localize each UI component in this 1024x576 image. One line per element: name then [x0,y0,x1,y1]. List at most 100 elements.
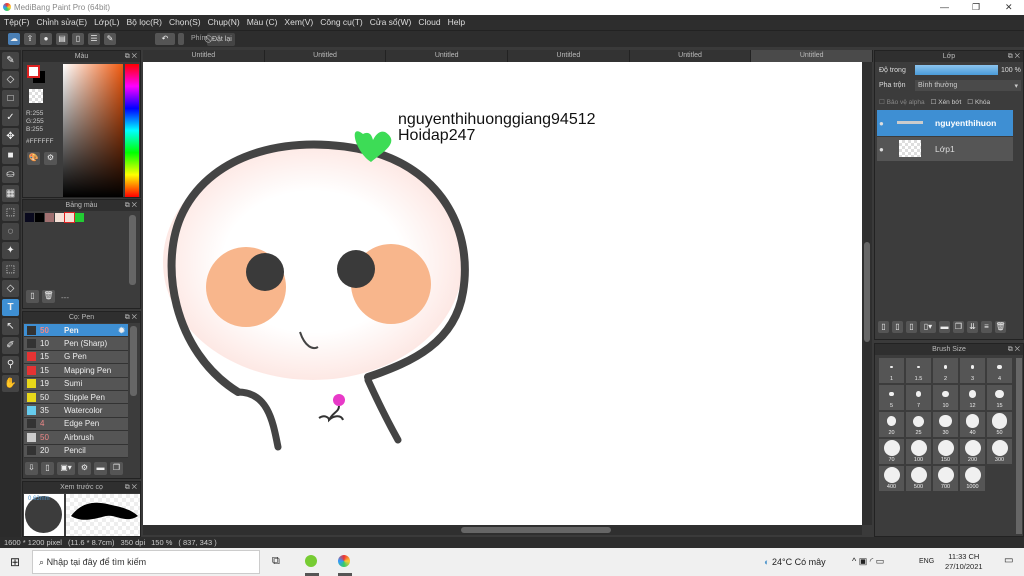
panel-close-icon[interactable]: ⧉ ✕ [125,312,137,323]
brush-item[interactable]: 20 Pencil [24,444,128,458]
hand-tool-icon[interactable]: ✋ [2,375,19,392]
brush-item[interactable]: 15 G Pen [24,350,128,365]
add-layer-menu-icon[interactable]: ▯▾ [920,321,936,333]
protect-alpha-checkbox[interactable]: ☐ Bảo vệ alpha [879,98,925,106]
panel-close-icon[interactable]: ⧉ ✕ [1008,51,1020,62]
shape-tool-icon[interactable]: □ [2,90,19,107]
brush-size-scrollbar[interactable] [1016,358,1022,534]
layer-row-selected[interactable]: ● nguyenthihuon [877,110,1013,136]
brush-item[interactable]: 15 Mapping Pen [24,364,128,378]
menu-tools[interactable]: Công cụ(T) [320,17,363,28]
brush-size-cell[interactable]: 400 [879,466,904,491]
visibility-icon[interactable]: ● [879,119,884,128]
new-halftone-layer-icon[interactable]: ▯ [892,321,903,333]
opacity-slider[interactable] [915,65,998,75]
brush-size-cell[interactable]: 10 [933,385,958,410]
operation-tool-icon[interactable]: ↖ [2,318,19,335]
brush-size-cell[interactable]: 300 [987,439,1012,464]
close-button[interactable]: ✕ [1005,2,1013,13]
saturation-picker[interactable] [63,64,123,197]
visibility-icon[interactable]: ● [879,145,884,154]
panel-close-icon[interactable]: ⧉ ✕ [125,482,137,493]
eraser-tool-icon[interactable]: ◇ [2,71,19,88]
search-input[interactable]: ⌕ Nhập tại đây để tìm kiếm [32,550,260,574]
new-brush-icon[interactable]: ▯ [41,462,54,475]
palette-icon[interactable]: 🎨 [27,152,40,165]
drawing-canvas[interactable]: nguyenthihuonggiang94512 Hoidap247 [143,62,862,525]
weather-widget[interactable]: ◐ 24°C Có mây [764,557,826,567]
foreground-color[interactable] [27,65,40,78]
document-icon[interactable]: ▯ [72,33,84,45]
delete-layer-icon[interactable]: 🗑 [995,321,1006,333]
language-indicator[interactable]: ENG [919,558,934,565]
redo-button[interactable] [178,33,184,45]
hue-slider[interactable] [125,64,139,197]
brush-size-cell[interactable]: 700 [933,466,958,491]
transparent-color[interactable] [29,89,43,103]
brush-size-cell[interactable]: 70 [879,439,904,464]
clip-checkbox[interactable]: ☐ Xén bớt [931,98,962,106]
tab-document-active[interactable]: Untitled [751,50,874,62]
menu-file[interactable]: Tệp(F) [4,17,30,28]
menu-edit[interactable]: Chỉnh sửa(E) [37,17,88,28]
tab-document[interactable]: Untitled [508,50,630,62]
brush-settings-icon[interactable]: ⚙ [78,462,91,475]
text-tool-icon[interactable]: T [2,299,19,316]
undo-button[interactable]: ↶ [155,33,175,45]
brush-item[interactable]: 50 Stipple Pen [24,390,128,405]
divide-tool-icon[interactable]: ✐ [2,337,19,354]
color-swatch[interactable] [55,213,64,222]
panel-close-icon[interactable]: ⧉ ✕ [125,51,137,62]
lock-checkbox[interactable]: ☐ Khóa [967,98,990,106]
menu-capture[interactable]: Chụp(N) [208,17,240,28]
layer-row[interactable]: ● Lớp1 [877,137,1013,161]
duplicate-layer-icon[interactable]: ❐ [953,321,964,333]
brush-size-cell[interactable]: 1000 [960,466,985,491]
brush-size-cell[interactable]: 200 [960,439,985,464]
brush-item[interactable]: 10 Pen (Sharp) [24,337,128,351]
brush-item[interactable]: 35 Watercolor [24,404,128,418]
fill-rect-tool-icon[interactable]: ■ [2,147,19,164]
select-eraser-tool-icon[interactable]: ◇ [2,280,19,297]
add-brush-menu-icon[interactable]: ▣▾ [57,462,75,475]
reset-button[interactable]: ⃠ Đặt lại [207,33,235,46]
brush-size-cell[interactable]: 500 [906,466,931,491]
brush-size-cell[interactable]: 150 [933,439,958,464]
new-8bit-layer-icon[interactable]: ▯ [906,321,917,333]
cloud-icon[interactable]: ☁ [8,33,20,45]
windows-start-icon[interactable]: ⊞ [10,555,20,569]
menu-cloud[interactable]: Cloud [418,17,440,28]
panel-close-icon[interactable]: ⧉ ✕ [125,200,137,211]
brush-size-cell[interactable]: 30 [933,412,958,437]
brush-size-cell[interactable]: 4 [987,358,1012,383]
panel-close-icon[interactable]: ⧉ ✕ [1008,344,1020,355]
brush-size-cell[interactable]: 1.5 [906,358,931,383]
color-swatch[interactable] [64,212,75,223]
brush-tool-icon[interactable]: ✎ [2,52,19,69]
list-icon[interactable]: ☰ [88,33,100,45]
palette-scrollbar[interactable] [129,215,136,285]
brush-size-cell[interactable]: 20 [879,412,904,437]
menu-layer[interactable]: Lớp(L) [94,17,119,28]
app-icon-green[interactable] [305,555,317,567]
color-swatch[interactable] [25,213,34,222]
brush-size-cell[interactable]: 12 [960,385,985,410]
menu-color[interactable]: Màu (C) [247,17,278,28]
tab-document[interactable]: Untitled [265,50,387,62]
merge-layer-icon[interactable]: ⇊ [967,321,978,333]
bucket-tool-icon[interactable]: ⛀ [2,166,19,183]
tab-document[interactable]: Untitled [143,50,265,62]
tray-icons[interactable]: ^ ▣ ◜ ▭ [852,556,884,567]
brush-size-cell[interactable]: 7 [906,385,931,410]
menu-view[interactable]: Xem(V) [284,17,313,28]
select-pen-tool-icon[interactable]: ⬚ [2,261,19,278]
folder-icon[interactable]: ▬ [94,462,107,475]
edit-icon[interactable]: ✎ [104,33,116,45]
brush-size-cell[interactable]: 2 [933,358,958,383]
palette-settings-icon[interactable]: ⚙ [44,152,57,165]
message-icon[interactable]: ▤ [56,33,68,45]
blend-mode-select[interactable]: Bình thường ▾ [915,80,1021,91]
brush-size-cell[interactable]: 5 [879,385,904,410]
brush-size-cell[interactable]: 3 [960,358,985,383]
brush-size-cell[interactable]: 15 [987,385,1012,410]
